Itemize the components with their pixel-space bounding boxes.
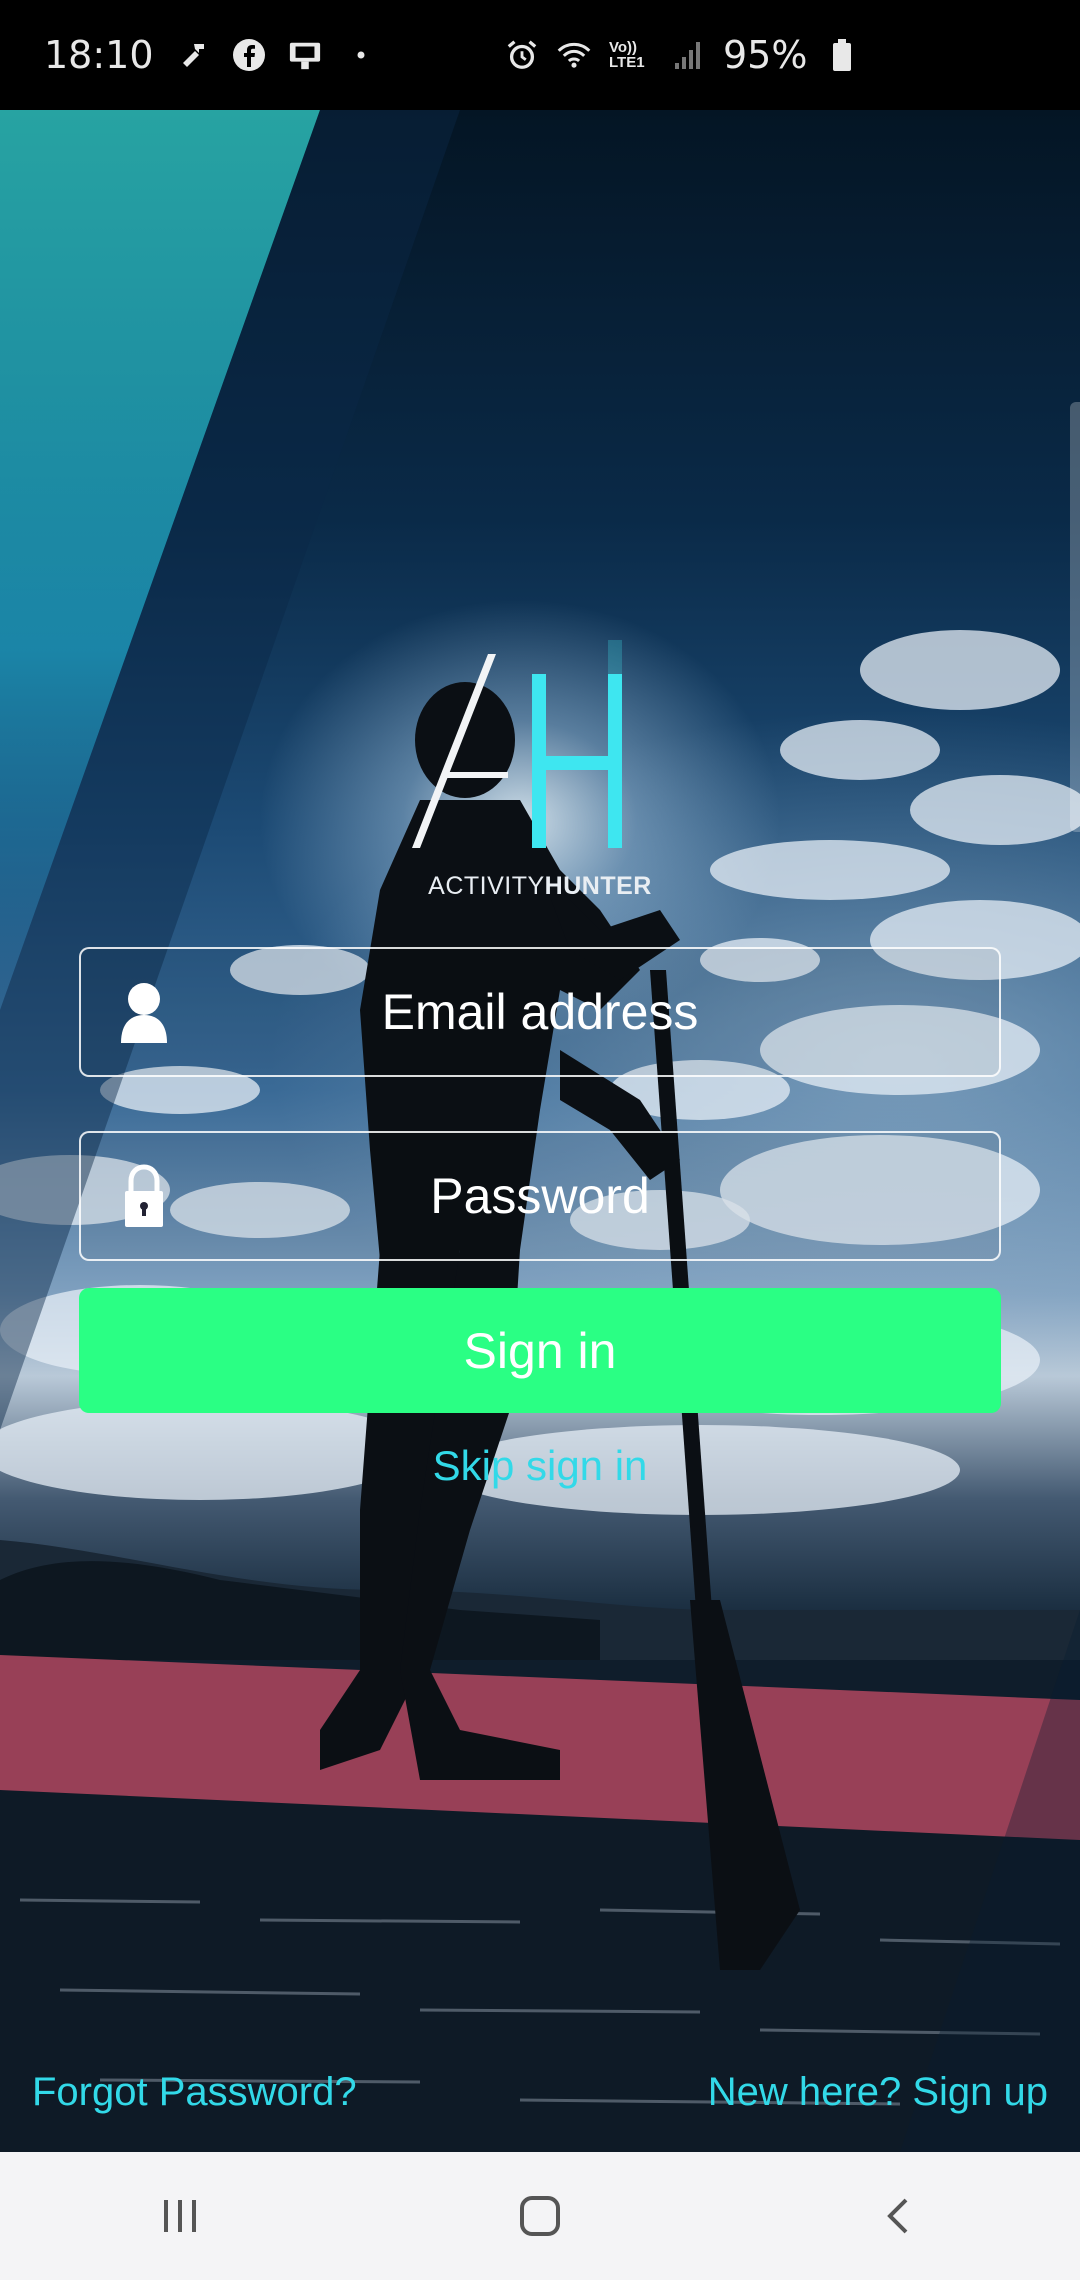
volte-icon: Vo)) LTE1	[609, 39, 645, 71]
logo-text-bold: HUNTER	[544, 872, 652, 900]
logo-wordmark: ACTIVITYHUNTER	[400, 872, 680, 901]
logo-mark	[412, 640, 622, 848]
logo-text-light: ACTIVITY	[428, 872, 545, 900]
dot-icon	[344, 38, 378, 72]
lock-icon	[125, 1164, 163, 1227]
skip-sign-in-link[interactable]: Skip sign in	[0, 1442, 1080, 1490]
cast-icon	[288, 38, 322, 72]
tools-icon	[176, 38, 210, 72]
home-button[interactable]	[480, 2166, 600, 2266]
scroll-indicator	[1070, 402, 1080, 832]
battery-icon	[825, 38, 859, 72]
facebook-icon	[232, 38, 266, 72]
home-icon	[520, 2196, 560, 2236]
user-icon	[121, 983, 167, 1043]
wifi-icon	[557, 38, 591, 72]
password-field[interactable]: Password	[79, 1131, 1001, 1261]
status-bar: 18:10 Vo)) LTE1 95%	[0, 0, 1080, 110]
alarm-icon	[505, 38, 539, 72]
system-nav-bar	[0, 2152, 1080, 2280]
forgot-password-link[interactable]: Forgot Password?	[32, 2070, 357, 2115]
email-placeholder: Email address	[381, 984, 699, 1040]
app-logo: ACTIVITYHUNTER	[400, 640, 680, 910]
back-icon	[887, 2198, 908, 2234]
recent-apps-button[interactable]	[120, 2166, 240, 2266]
back-button[interactable]	[840, 2166, 960, 2266]
email-field[interactable]: Email address	[79, 947, 1001, 1077]
sign-in-button[interactable]: Sign in	[79, 1288, 1001, 1413]
sign-up-link[interactable]: New here? Sign up	[708, 2070, 1048, 2115]
recent-apps-icon	[164, 2200, 196, 2232]
status-time: 18:10	[44, 33, 154, 77]
signal-icon	[671, 38, 705, 72]
battery-percent: 95%	[723, 33, 808, 77]
password-placeholder: Password	[430, 1168, 650, 1224]
